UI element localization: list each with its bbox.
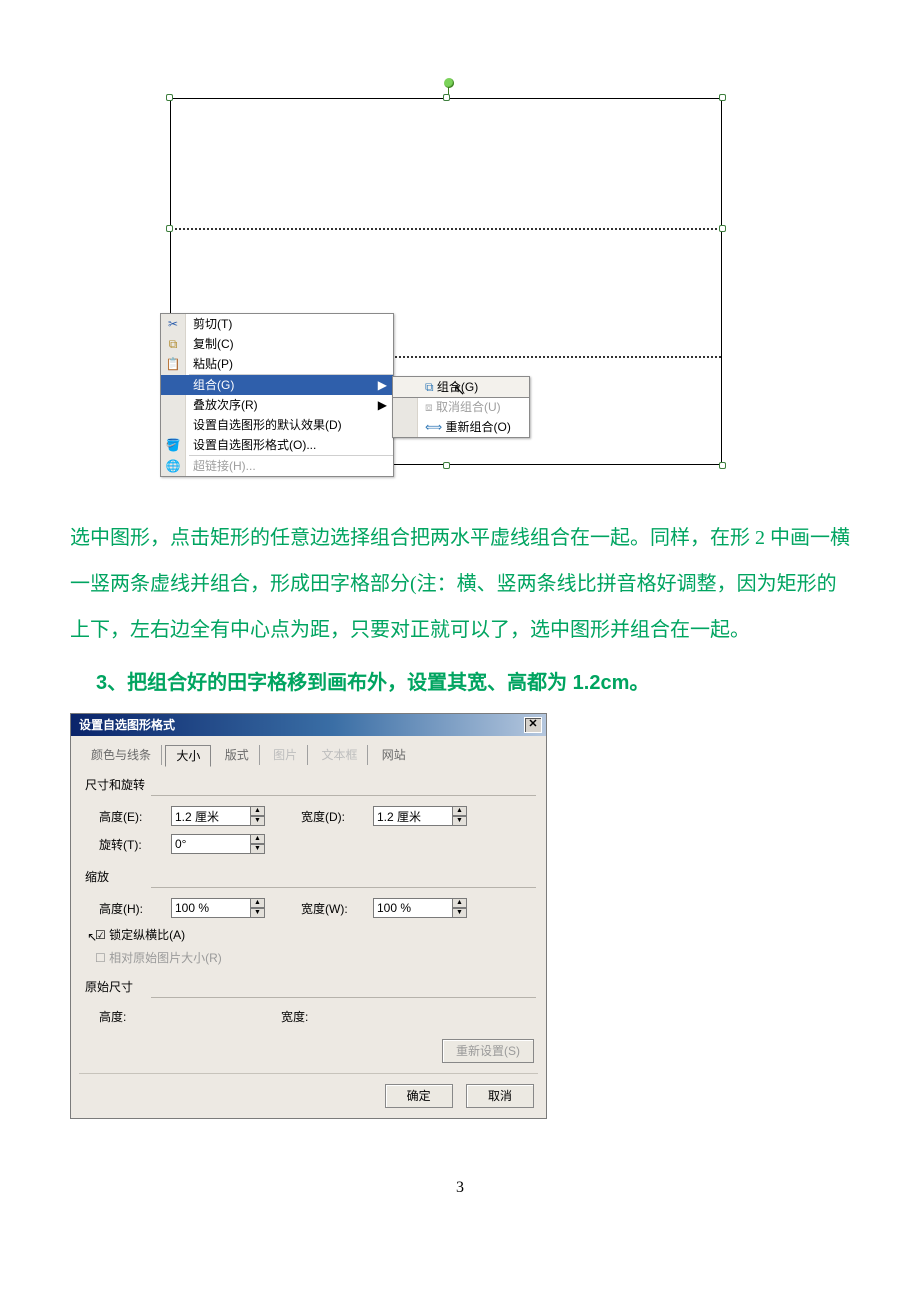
word-canvas-screenshot: ✂ 剪切(T) ⧉ 复制(C) 📋 粘贴(P) 组合(G) ▶ 叠放次序(R) … [160, 38, 732, 475]
spin-up-icon[interactable]: ▲ [250, 834, 265, 844]
menu-item-label: 设置自选图形格式(O)... [193, 438, 316, 452]
section-size-rotate-label: 尺寸和旋转 [71, 766, 546, 795]
menu-item-label: 叠放次序(R) [193, 398, 258, 412]
dashed-guide-line [171, 228, 721, 230]
spin-down-icon[interactable]: ▼ [250, 844, 265, 854]
resize-handle-icon [719, 462, 726, 469]
original-width-label: 宽度: [281, 1008, 353, 1025]
menu-item-label: 粘贴(P) [193, 357, 233, 371]
globe-icon: 🌐 [165, 458, 181, 474]
regroup-icon: ⟺ [425, 420, 442, 434]
instruction-step-3: 3、把组合好的田字格移到画布外，设置其宽、高都为 1.2cm。 [96, 663, 850, 703]
submenu-arrow-icon: ▶ [378, 375, 387, 395]
resize-handle-icon [166, 225, 173, 232]
width-d-spinner[interactable]: ▲▼ [373, 806, 467, 826]
ungroup-icon: ⧈ [425, 400, 433, 414]
tab-textbox[interactable]: 文本框 [311, 745, 368, 765]
submenu-item-ungroup[interactable]: ⧈ 取消组合(U) [393, 397, 529, 417]
mouse-cursor-icon: ↖ [87, 930, 97, 944]
spin-down-icon[interactable]: ▼ [452, 908, 467, 918]
close-icon[interactable]: ✕ [524, 717, 542, 733]
section-scale-label: 缩放 [71, 858, 546, 887]
resize-handle-icon [443, 462, 450, 469]
menu-item-label: 剪切(T) [193, 317, 232, 331]
relative-original-checkbox: ☐ 相对原始图片大小(R) [71, 945, 546, 968]
width-d-label: 宽度(D): [301, 808, 373, 825]
scale-height-input[interactable] [171, 898, 251, 918]
scale-width-spinner[interactable]: ▲▼ [373, 898, 467, 918]
tab-layout[interactable]: 版式 [215, 745, 260, 765]
spin-down-icon[interactable]: ▼ [250, 816, 265, 826]
spin-down-icon[interactable]: ▼ [452, 816, 467, 826]
menu-item-copy[interactable]: ⧉ 复制(C) [161, 334, 393, 354]
dialog-titlebar: 设置自选图形格式 ✕ [71, 714, 546, 736]
menu-item-format-shape[interactable]: 🪣 设置自选图形格式(O)... [161, 435, 393, 455]
spin-up-icon[interactable]: ▲ [452, 898, 467, 908]
resize-handle-icon [719, 225, 726, 232]
rotate-spinner[interactable]: ▲▼ [171, 834, 265, 854]
lock-aspect-checkbox[interactable]: ☑ 锁定纵横比(A) ↖ [71, 922, 546, 945]
spin-up-icon[interactable]: ▲ [452, 806, 467, 816]
spin-up-icon[interactable]: ▲ [250, 898, 265, 908]
context-menu: ✂ 剪切(T) ⧉ 复制(C) 📋 粘贴(P) 组合(G) ▶ 叠放次序(R) … [160, 313, 394, 477]
tab-color-lines[interactable]: 颜色与线条 [81, 745, 162, 765]
scale-width-input[interactable] [373, 898, 453, 918]
submenu-item-label: 重新组合(O) [446, 420, 511, 434]
group-icon: ⧉ [425, 380, 434, 394]
height-e-spinner[interactable]: ▲▼ [171, 806, 265, 826]
menu-item-label: 复制(C) [193, 337, 234, 351]
original-height-label: 高度: [99, 1008, 171, 1025]
resize-handle-icon [166, 94, 173, 101]
rotate-input[interactable] [171, 834, 251, 854]
scale-height-spinner[interactable]: ▲▼ [171, 898, 265, 918]
instruction-paragraph-1: 选中图形，点击矩形的任意边选择组合把两水平虚线组合在一起。同样，在形 2 中画一… [70, 515, 850, 653]
menu-item-group[interactable]: 组合(G) ▶ [161, 375, 393, 395]
menu-item-paste[interactable]: 📋 粘贴(P) [161, 354, 393, 374]
tab-size[interactable]: 大小 [165, 745, 211, 767]
menu-item-order[interactable]: 叠放次序(R) ▶ [161, 395, 393, 415]
menu-item-hyperlink[interactable]: 🌐 超链接(H)... [161, 456, 393, 476]
checkbox-unchecked-icon: ☐ [95, 951, 106, 965]
paste-icon: 📋 [165, 356, 181, 372]
submenu-item-label: 取消组合(U) [436, 400, 501, 414]
resize-handle-icon [719, 94, 726, 101]
dialog-title: 设置自选图形格式 [79, 714, 175, 736]
reset-button[interactable]: 重新设置(S) [442, 1039, 534, 1063]
height-e-label: 高度(E): [99, 808, 171, 825]
spin-up-icon[interactable]: ▲ [250, 806, 265, 816]
resize-handle-icon [443, 94, 450, 101]
bucket-icon: 🪣 [165, 437, 181, 453]
mouse-cursor-icon: ↖ [453, 381, 464, 397]
width-d-input[interactable] [373, 806, 453, 826]
menu-item-cut[interactable]: ✂ 剪切(T) [161, 314, 393, 334]
spin-down-icon[interactable]: ▼ [250, 908, 265, 918]
lock-aspect-label: 锁定纵横比(A) [109, 928, 185, 942]
height-e-input[interactable] [171, 806, 251, 826]
rotate-label: 旋转(T): [99, 836, 171, 853]
scissors-icon: ✂ [165, 316, 181, 332]
ok-button[interactable]: 确定 [385, 1084, 453, 1108]
section-original-label: 原始尺寸 [71, 968, 546, 997]
menu-item-label: 组合(G) [193, 378, 234, 392]
copy-icon: ⧉ [165, 336, 181, 352]
submenu-item-regroup[interactable]: ⟺ 重新组合(O) [393, 417, 529, 437]
menu-item-label: 设置自选图形的默认效果(D) [193, 418, 342, 432]
format-autoshape-dialog: 设置自选图形格式 ✕ 颜色与线条 大小 版式 图片 文本框 网站 尺寸和旋转 高… [70, 713, 547, 1119]
scale-width-label: 宽度(W): [301, 900, 373, 917]
menu-item-label: 超链接(H)... [193, 459, 256, 473]
menu-item-set-default[interactable]: 设置自选图形的默认效果(D) [161, 415, 393, 435]
dialog-tabbar: 颜色与线条 大小 版式 图片 文本框 网站 [71, 736, 546, 766]
relative-original-label: 相对原始图片大小(R) [109, 951, 222, 965]
cancel-button[interactable]: 取消 [466, 1084, 534, 1108]
submenu-arrow-icon: ▶ [378, 395, 387, 415]
rotation-handle-icon [444, 78, 454, 88]
tab-picture[interactable]: 图片 [263, 745, 308, 765]
tab-web[interactable]: 网站 [372, 745, 416, 765]
scale-height-label: 高度(H): [99, 900, 171, 917]
page-number: 3 [0, 1179, 920, 1197]
